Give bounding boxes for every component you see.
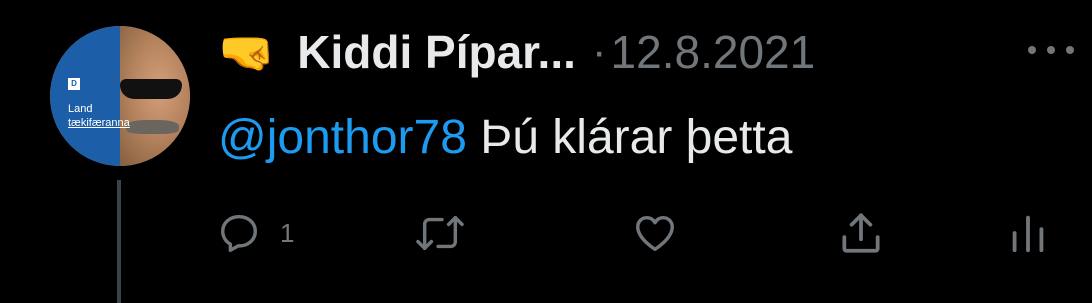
- avatar[interactable]: D Land tækifæranna: [50, 26, 190, 166]
- more-dot: [1047, 46, 1055, 54]
- reply-icon: [216, 210, 262, 256]
- more-dot: [1066, 46, 1074, 54]
- reply-button[interactable]: 1: [216, 203, 294, 263]
- retweet-icon: [412, 210, 468, 256]
- avatar-text-line1: Land: [68, 103, 93, 115]
- like-button[interactable]: [632, 203, 678, 263]
- heart-icon: [632, 210, 678, 256]
- tweet[interactable]: D Land tækifæranna 🤜 Kiddi Pípar... · 12…: [0, 0, 1092, 303]
- reply-count: 1: [280, 217, 295, 248]
- mention-link[interactable]: @jonthor78: [218, 111, 467, 164]
- tweet-date[interactable]: 12.8.2021: [611, 24, 816, 80]
- share-button[interactable]: [836, 203, 886, 263]
- display-name[interactable]: Kiddi Pípar...: [297, 24, 576, 80]
- retweet-button[interactable]: [412, 203, 468, 263]
- avatar-logo-badge: D: [68, 78, 80, 90]
- fist-emoji-icon: 🤜: [218, 25, 276, 79]
- avatar-text-line2: tækifæranna: [68, 117, 130, 129]
- tweet-header: 🤜 Kiddi Pípar... · 12.8.2021: [218, 24, 815, 80]
- more-horizontal-icon[interactable]: [1028, 30, 1074, 70]
- more-dot: [1028, 46, 1036, 54]
- avatar-banner-panel: [50, 26, 120, 166]
- tweet-body: @jonthor78 Þú klárar þetta: [218, 108, 792, 168]
- avatar-sunglasses: [120, 79, 182, 99]
- analytics-button[interactable]: [1008, 203, 1048, 263]
- share-icon: [836, 208, 886, 258]
- avatar-mustache: [125, 119, 179, 134]
- analytics-icon: [1008, 210, 1048, 256]
- tweet-text: Þú klárar þetta: [466, 111, 793, 164]
- action-bar: 1: [0, 203, 1092, 263]
- header-separator: ·: [591, 27, 607, 76]
